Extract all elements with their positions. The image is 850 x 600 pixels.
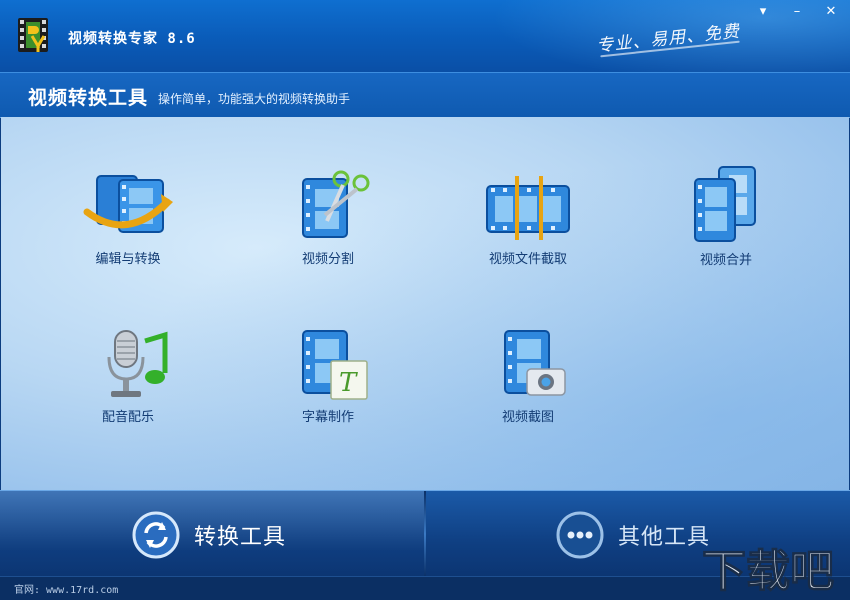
tool-label: 视频截图	[453, 406, 603, 425]
close-button[interactable]: ✕	[820, 4, 842, 20]
app-window: 视频转换专家 8.6 专业、易用、免费 ▾ – ✕ 视频转换工具 操作简单，功能…	[0, 0, 850, 600]
tool-screenshot[interactable]: 视频截图	[453, 327, 603, 447]
tool-label: 视频合并	[651, 249, 801, 268]
tool-label: 编辑与转换	[53, 248, 203, 267]
refresh-icon	[132, 511, 180, 559]
svg-text:T: T	[339, 368, 358, 398]
film-clip-icon	[483, 172, 573, 244]
watermark-logo: 下载吧	[698, 536, 844, 596]
slogan: 专业、易用、免费	[595, 17, 741, 57]
more-dots-icon	[556, 511, 604, 559]
tool-subtitle[interactable]: T 字幕制作	[253, 327, 403, 447]
menu-button[interactable]: ▾	[752, 4, 774, 20]
tool-edit-convert[interactable]: 编辑与转换	[53, 172, 203, 292]
page-title: 视频转换工具	[28, 83, 148, 110]
tab-convert-label: 转换工具	[194, 519, 286, 551]
microphone-music-icon	[83, 327, 173, 402]
tool-label: 视频分割	[253, 248, 403, 267]
tool-video-split[interactable]: 视频分割	[253, 169, 403, 289]
title-bar[interactable]: 视频转换专家 8.6 专业、易用、免费 ▾ – ✕	[0, 0, 850, 72]
chevron-down-icon: ▾	[760, 4, 767, 19]
watermark-text: 下载吧	[702, 546, 834, 596]
film-convert-icon	[83, 172, 173, 244]
film-camera-icon	[483, 327, 573, 402]
tool-label: 视频文件截取	[453, 248, 603, 267]
close-icon: ✕	[826, 4, 837, 19]
header-bar: 视频转换工具 操作简单，功能强大的视频转换助手	[0, 72, 850, 118]
film-subtitle-icon: T	[283, 327, 373, 402]
tool-dub-music[interactable]: 配音配乐	[53, 327, 203, 447]
app-logo-icon	[16, 14, 54, 56]
minimize-icon: –	[794, 4, 801, 19]
tool-label: 配音配乐	[53, 406, 203, 425]
tools-panel: 编辑与转换 视频分割 视频文件截取	[1, 117, 849, 490]
tool-label: 字幕制作	[253, 406, 403, 425]
page-subtitle: 操作简单，功能强大的视频转换助手	[158, 90, 350, 107]
tool-video-merge[interactable]: 视频合并	[651, 165, 801, 285]
tab-convert-tools[interactable]: 转换工具	[0, 491, 424, 577]
film-merge-icon	[681, 165, 771, 245]
app-title: 视频转换专家 8.6	[68, 28, 196, 48]
film-scissors-icon	[283, 169, 373, 244]
website-link[interactable]: 官网: www.17rd.com	[14, 581, 118, 596]
minimize-button[interactable]: –	[786, 4, 808, 20]
tool-video-clip[interactable]: 视频文件截取	[453, 172, 603, 292]
tab-other-label: 其他工具	[618, 519, 710, 551]
